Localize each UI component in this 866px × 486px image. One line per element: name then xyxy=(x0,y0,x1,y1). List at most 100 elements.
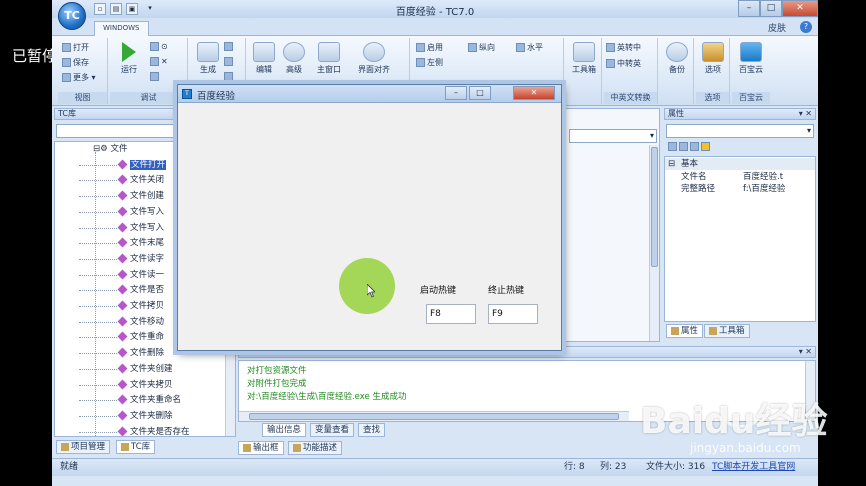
translate-icon xyxy=(606,43,615,52)
ui-align-button[interactable]: 界面对齐 xyxy=(352,42,396,75)
step-button[interactable]: ⊙ xyxy=(150,42,168,51)
tree-root-file[interactable]: ⊟⚙ 文件 xyxy=(55,142,127,158)
build-option-1[interactable] xyxy=(224,42,235,51)
main-window-button[interactable]: 主窗口 xyxy=(312,42,346,75)
build-option-3[interactable] xyxy=(224,72,235,81)
edit-button[interactable]: 编辑 xyxy=(250,42,278,75)
tab-output-info[interactable]: 输出信息 xyxy=(262,423,307,437)
build-option-2[interactable] xyxy=(224,57,235,66)
maximize-button[interactable]: □ xyxy=(760,0,782,17)
tree-item[interactable]: 文件关闭 xyxy=(55,173,164,189)
tree-item[interactable]: 文件移动 xyxy=(55,315,164,331)
tree-item[interactable]: 文件删除 xyxy=(55,346,164,362)
build-icon xyxy=(197,42,219,62)
tree-connector xyxy=(79,393,117,402)
dialog-title-bar[interactable]: T 百度经验 – □ ✕ xyxy=(178,85,561,103)
app-menu-orb[interactable]: TC xyxy=(58,2,86,30)
chevron-down-icon[interactable]: ▾ xyxy=(650,131,654,140)
sort-alpha-icon[interactable] xyxy=(679,142,688,151)
tab-find[interactable]: 查找 xyxy=(358,423,386,437)
events-icon[interactable] xyxy=(701,142,710,151)
scroll-thumb[interactable] xyxy=(249,413,619,420)
scroll-thumb[interactable] xyxy=(651,147,658,267)
pin-icon[interactable]: ▾ ✕ xyxy=(799,347,812,357)
tab-windows[interactable]: WINDOWS xyxy=(94,21,149,36)
backup-button[interactable]: 备份 xyxy=(662,42,692,75)
dialog-maximize-button[interactable]: □ xyxy=(469,86,491,100)
pin-icon[interactable]: ▾ ✕ xyxy=(799,109,812,119)
tab-project-manager[interactable]: 项目管理 xyxy=(56,440,111,454)
dialog-close-button[interactable]: ✕ xyxy=(513,86,555,100)
tree-item-label: 文件拷贝 xyxy=(130,301,165,311)
run-button[interactable]: 运行 xyxy=(114,42,144,75)
close-button[interactable]: ✕ xyxy=(782,0,818,17)
property-row[interactable]: 文件名 百度经验.t xyxy=(665,171,815,183)
skin-menu[interactable]: 皮肤 xyxy=(768,21,786,34)
tab-tc-library[interactable]: TC库 xyxy=(116,440,156,454)
tab-toolbox[interactable]: 工具箱 xyxy=(704,324,750,338)
tree-item-label: 文件夹是否存在 xyxy=(130,426,190,437)
save-button[interactable]: 保存 xyxy=(62,57,89,68)
tree-item-label: 文件是否 xyxy=(130,285,165,296)
tab-variable-view[interactable]: 变量查看 xyxy=(310,423,355,437)
help-icon[interactable]: ? xyxy=(800,21,812,33)
tab-properties[interactable]: 属性 xyxy=(666,324,704,338)
horizontal-button[interactable]: 水平 xyxy=(516,42,543,53)
left-align-button[interactable]: 左侧 xyxy=(416,57,443,68)
output-hscrollbar[interactable] xyxy=(239,411,629,421)
more-button[interactable]: 更多 ▾ xyxy=(62,72,96,83)
tree-item[interactable]: 文件夹拷贝 xyxy=(55,378,173,394)
tree-item[interactable]: 文件夹创建 xyxy=(55,362,173,378)
properties-toolbar xyxy=(668,142,712,151)
en-to-cn-button[interactable]: 英转中 xyxy=(606,42,641,53)
properties-object-dropdown[interactable]: ▾ xyxy=(666,124,814,138)
tree-item[interactable]: 文件夹删除 xyxy=(55,409,173,425)
dialog-minimize-button[interactable]: – xyxy=(445,86,467,100)
chevron-down-icon[interactable]: ▾ xyxy=(807,126,811,135)
folder-icon: ⚙ xyxy=(100,144,108,154)
tree-item[interactable]: 文件拷贝 xyxy=(55,299,164,315)
tree-item[interactable]: 文件读一 xyxy=(55,268,164,284)
stop-hotkey-input[interactable]: F9 xyxy=(488,304,538,324)
ribbon-group-backup: 备份 xyxy=(660,38,694,104)
tab-function-desc[interactable]: 功能描述 xyxy=(288,441,343,455)
property-section: ⊟ 基本 xyxy=(665,158,815,170)
tree-item[interactable]: 文件末尾 xyxy=(55,236,164,252)
function-icon xyxy=(117,363,128,374)
baibaoyun-button[interactable]: 百宝云 xyxy=(734,42,768,75)
tree-connector xyxy=(79,205,117,213)
advanced-button[interactable]: 高级 xyxy=(280,42,308,75)
tree-item[interactable]: 文件夹是否存在 xyxy=(55,425,190,437)
stop-hotkey-label: 终止热键 xyxy=(488,286,525,296)
tree-item[interactable]: 文件打开 xyxy=(55,158,167,174)
property-row[interactable]: 完整路径 f:\百度经验 xyxy=(665,183,815,195)
enable-button[interactable]: 启用 xyxy=(416,42,443,53)
tree-item[interactable]: 文件重命 xyxy=(55,330,164,346)
tree-item[interactable]: 文件读字 xyxy=(55,252,164,268)
official-site-link[interactable]: TC脚本开发工具官网 xyxy=(712,459,795,476)
build-button[interactable]: 生成 xyxy=(194,42,222,75)
start-hotkey-input[interactable]: F8 xyxy=(426,304,476,324)
vertical-button[interactable]: 纵向 xyxy=(468,42,495,53)
member-dropdown[interactable]: ▾ xyxy=(569,129,657,143)
tree-item[interactable]: 文件夹重命名 xyxy=(55,393,181,409)
tree-item[interactable]: 文件创建 xyxy=(55,189,164,205)
tree-item-label: 文件关闭 xyxy=(130,175,165,186)
sort-category-icon[interactable] xyxy=(668,142,677,151)
tree-item[interactable]: 文件是否 xyxy=(55,283,164,299)
tree-item[interactable]: 文件写入 xyxy=(55,205,164,221)
collapse-icon[interactable]: ⊟ xyxy=(668,158,675,170)
tab-output-box[interactable]: 输出框 xyxy=(238,441,284,455)
cn-to-en-button[interactable]: 中转英 xyxy=(606,58,641,69)
step-over-button[interactable]: ✕ xyxy=(150,57,168,66)
toolbox-button[interactable]: 工具箱 xyxy=(568,42,600,75)
breakpoint-button[interactable] xyxy=(150,72,161,81)
open-button[interactable]: 打开 xyxy=(62,42,89,53)
tree-item[interactable]: 文件写入 xyxy=(55,221,164,237)
options-button[interactable]: 选项 xyxy=(698,42,728,75)
ribbon-group-toolbox: 工具箱 xyxy=(566,38,602,104)
minimize-button[interactable]: – xyxy=(738,0,760,17)
property-pages-icon[interactable] xyxy=(690,142,699,151)
editor-scrollbar[interactable] xyxy=(649,145,659,341)
library-icon xyxy=(121,442,129,451)
